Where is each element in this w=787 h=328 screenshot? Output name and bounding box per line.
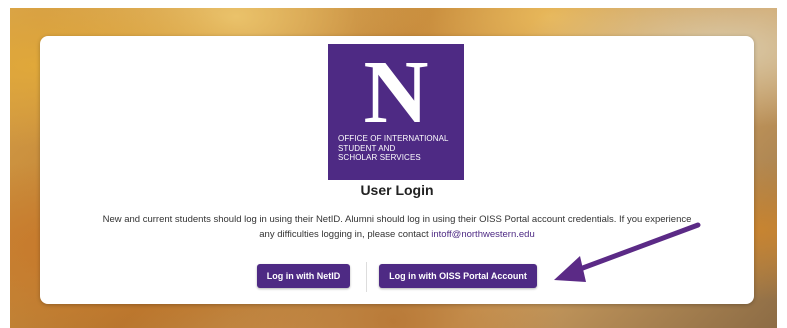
button-divider — [366, 262, 367, 292]
annotation-arrow-icon — [554, 222, 701, 282]
logo-line-1: OFFICE OF INTERNATIONAL — [338, 134, 449, 143]
contact-email-link[interactable]: intoff@northwestern.edu — [431, 229, 534, 240]
logo-text: OFFICE OF INTERNATIONAL STUDENT AND SCHO… — [338, 134, 460, 163]
page-title: User Login — [360, 182, 434, 198]
logo-line-2: STUDENT AND — [338, 143, 396, 153]
login-oiss-portal-button[interactable]: Log in with OISS Portal Account — [379, 264, 537, 288]
northwestern-logo: N OFFICE OF INTERNATIONAL STUDENT AND SC… — [328, 44, 464, 180]
logo-letter: N — [363, 43, 429, 142]
logo-line-3: SCHOLAR SERVICES — [338, 153, 421, 162]
login-netid-button[interactable]: Log in with NetID — [257, 264, 350, 288]
